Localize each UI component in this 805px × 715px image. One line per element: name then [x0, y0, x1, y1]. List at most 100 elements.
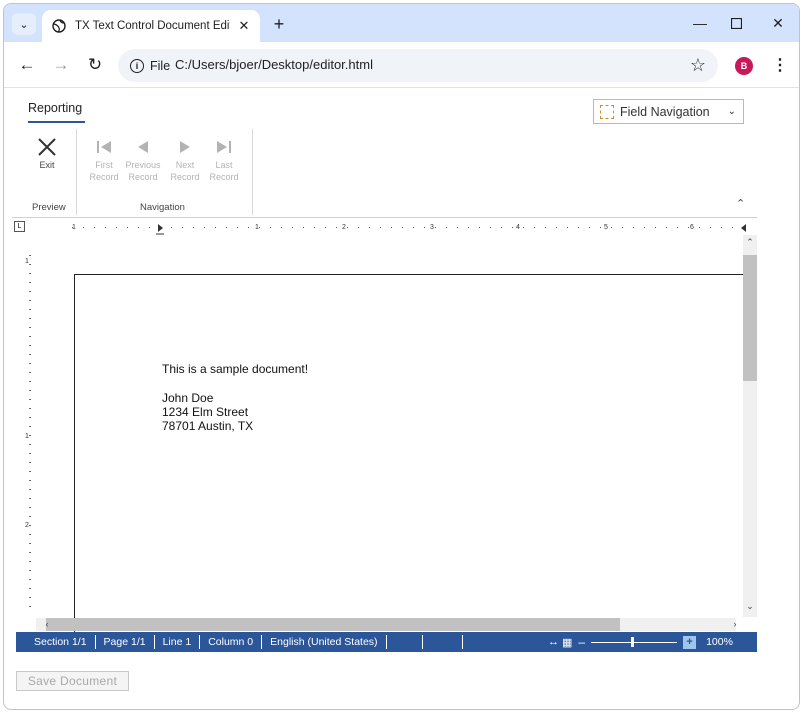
- close-window-button[interactable]: ✕: [768, 14, 788, 32]
- vertical-scrollbar[interactable]: ⌃ ⌄: [743, 235, 757, 617]
- back-arrow-icon[interactable]: ←: [16, 54, 38, 76]
- ruler-tick: [29, 534, 31, 535]
- ruler-tick: [391, 227, 392, 228]
- ruler-tick: [29, 363, 31, 364]
- ruler-tick: [138, 227, 139, 228]
- status-empty-cell: [423, 635, 463, 649]
- ruler-tick: [149, 227, 150, 228]
- ruler-tick: [94, 227, 95, 228]
- ribbon-tab-reporting[interactable]: Reporting: [28, 101, 82, 115]
- first-record-button[interactable]: First Record: [88, 135, 120, 183]
- ruler-tick: [380, 227, 381, 228]
- tab-title: TX Text Control Document Edito: [75, 20, 230, 32]
- ruler-tick: [237, 227, 238, 228]
- tab-search-button[interactable]: ⌄: [12, 13, 36, 35]
- ruler-tick: [29, 309, 31, 310]
- document-page[interactable]: [74, 274, 754, 634]
- scroll-right-icon[interactable]: ›: [728, 619, 742, 629]
- ruler-number: 1: [25, 258, 29, 265]
- ruler-tick: [29, 462, 31, 463]
- ruler-tick: [545, 227, 546, 228]
- document-line[interactable]: John Doe: [162, 391, 213, 405]
- ruler-tick: [699, 227, 700, 228]
- reload-icon[interactable]: ↻: [84, 54, 106, 76]
- chevron-down-icon: ⌄: [727, 106, 736, 117]
- document-line[interactable]: 78701 Austin, TX: [162, 419, 253, 433]
- status-line: Line 1: [155, 635, 201, 649]
- horizontal-scrollbar[interactable]: [36, 618, 736, 631]
- url-text[interactable]: C:/Users/bjoer/Desktop/editor.html: [175, 57, 373, 72]
- document-line[interactable]: 1234 Elm Street: [162, 405, 248, 419]
- ruler-number: 1: [25, 433, 29, 440]
- info-icon: i: [130, 58, 144, 73]
- address-bar[interactable]: i File C:/Users/bjoer/Desktop/editor.htm…: [118, 49, 718, 82]
- group-separator: [76, 129, 77, 215]
- vertical-scroll-thumb[interactable]: [743, 255, 757, 381]
- status-section: Section 1/1: [16, 635, 96, 649]
- ruler-tick: [29, 471, 31, 472]
- scroll-left-icon[interactable]: ‹: [40, 619, 54, 629]
- more-menu-icon[interactable]: ⋮: [772, 55, 788, 75]
- scroll-up-icon[interactable]: ⌃: [743, 237, 757, 248]
- ruler-tick: [534, 227, 535, 228]
- zoom-in-icon[interactable]: +: [683, 635, 697, 649]
- maximize-button[interactable]: [726, 14, 746, 32]
- ruler-tick: [29, 480, 31, 481]
- ruler-tick: [29, 300, 31, 301]
- ruler-tick: [193, 227, 194, 228]
- tab-strip: ⌄ TX Text Control Document Edito ✕ + — ✕: [4, 4, 799, 42]
- ruler-tick: [556, 227, 557, 228]
- collapse-ribbon-icon[interactable]: ⌃: [736, 197, 745, 210]
- exit-button[interactable]: Exit: [32, 135, 62, 171]
- ruler-tick: [29, 516, 31, 517]
- close-tab-icon[interactable]: ✕: [236, 18, 252, 34]
- save-document-button[interactable]: Save Document: [16, 671, 129, 691]
- bookmark-star-icon[interactable]: ☆: [690, 55, 706, 76]
- next-record-button[interactable]: Next Record: [168, 135, 202, 183]
- ruler-tick: [358, 227, 359, 228]
- ruler-tick: [29, 336, 31, 337]
- ruler-tick: [248, 227, 249, 228]
- browser-tab[interactable]: TX Text Control Document Edito ✕: [42, 10, 260, 42]
- ruler-tick: [29, 255, 31, 256]
- scroll-down-icon[interactable]: ⌄: [743, 601, 757, 612]
- zoom-slider-thumb[interactable]: [631, 636, 635, 647]
- ruler-tick: [29, 561, 31, 562]
- vertical-ruler[interactable]: 1 1 2: [22, 255, 38, 615]
- new-tab-button[interactable]: +: [268, 13, 290, 35]
- horizontal-ruler[interactable]: L 1 1 2 3 4 5 6: [12, 217, 757, 235]
- status-column: Column 0: [200, 635, 263, 649]
- ruler-tick: [204, 227, 205, 228]
- ruler-tick: [501, 227, 502, 228]
- zoom-out-icon[interactable]: –: [578, 635, 585, 649]
- site-info-chip[interactable]: i File: [125, 54, 178, 77]
- tab-type-selector[interactable]: L: [14, 221, 25, 232]
- ruler-tick: [29, 282, 31, 283]
- first-record-label: First Record: [89, 160, 119, 182]
- field-navigation-button[interactable]: Field Navigation ⌄: [593, 99, 744, 124]
- ruler-tick: [435, 227, 436, 228]
- ruler-number: 1: [255, 224, 259, 231]
- status-language[interactable]: English (United States): [262, 635, 387, 649]
- previous-record-button[interactable]: Previous Record: [124, 135, 162, 183]
- zoom-slider[interactable]: [591, 636, 678, 647]
- fit-page-icon[interactable]: ▦: [562, 636, 572, 649]
- ruler-tick: [29, 498, 31, 499]
- horizontal-scroll-thumb[interactable]: [46, 618, 620, 631]
- chevron-down-icon: ⌄: [19, 18, 29, 31]
- forward-arrow-icon[interactable]: →: [50, 54, 72, 76]
- browser-window: ⌄ TX Text Control Document Edito ✕ + — ✕…: [3, 3, 800, 710]
- ruler-tick: [347, 227, 348, 228]
- document-line[interactable]: This is a sample document!: [162, 362, 308, 376]
- ruler-tick: [446, 227, 447, 228]
- ruler-number: 2: [25, 522, 29, 529]
- ruler-tick: [369, 227, 370, 228]
- last-record-button[interactable]: Last Record: [207, 135, 241, 183]
- ruler-tick: [29, 579, 31, 580]
- ruler-tick: [600, 227, 601, 228]
- document-canvas[interactable]: 112 This is a sample document! John Doe …: [12, 235, 757, 634]
- fit-width-icon[interactable]: ↔: [548, 636, 559, 648]
- minimize-button[interactable]: —: [690, 14, 710, 32]
- ruler-tick: [29, 489, 31, 490]
- profile-avatar[interactable]: B: [735, 57, 753, 75]
